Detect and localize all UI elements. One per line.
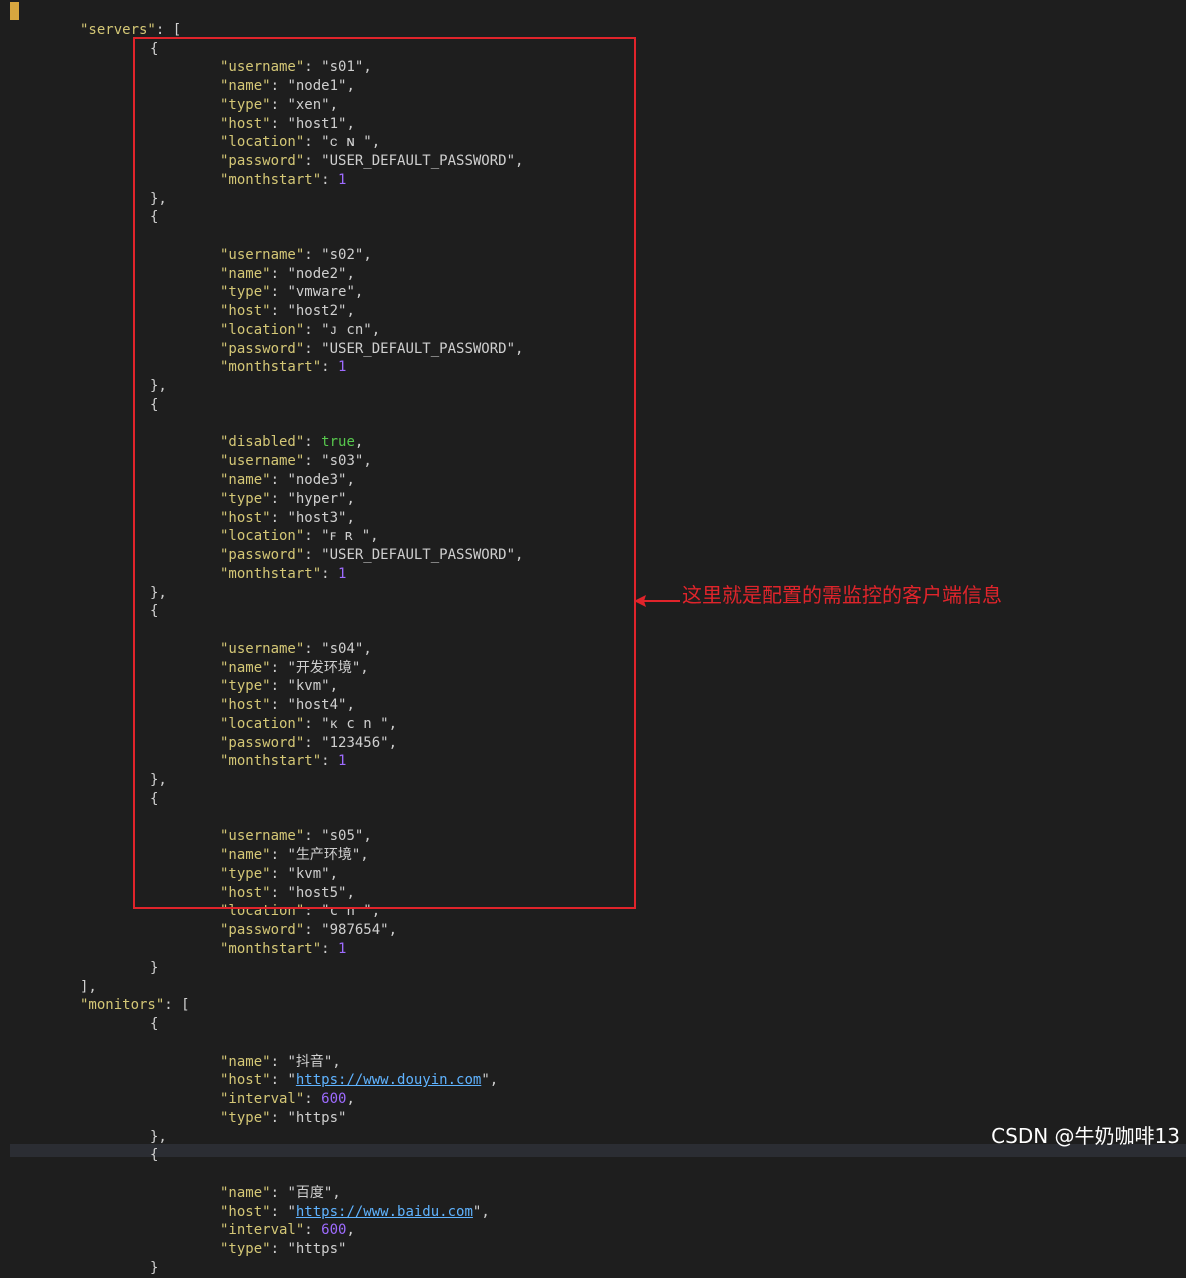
code-token-key: "name" <box>220 1184 271 1201</box>
code-line[interactable]: "monthstart": 1 <box>220 940 346 959</box>
code-token-key: "interval" <box>220 1091 305 1108</box>
code-token-key: "monitors" <box>80 997 165 1014</box>
code-line[interactable]: "interval": 600, <box>220 1090 355 1109</box>
code-token-punc: : <box>270 1203 288 1220</box>
code-token-punc: : <box>270 1241 288 1258</box>
code-token-punc: : <box>270 1053 288 1070</box>
code-token-str: "987654" <box>321 922 389 939</box>
code-line[interactable]: ], <box>80 978 97 997</box>
code-line[interactable]: } <box>150 959 158 978</box>
code-token-key: "servers" <box>80 21 156 38</box>
code-token-str: "百度" <box>287 1184 333 1201</box>
annotation-text: 这里就是配置的需监控的客户端信息 <box>682 583 1002 607</box>
code-token-punc: , <box>489 1072 499 1089</box>
code-token-key: "type" <box>220 1109 271 1126</box>
code-token-str: " <box>287 1203 296 1220</box>
code-token-key: "name" <box>220 1053 271 1070</box>
code-token-punc: : <box>304 1222 322 1239</box>
code-line[interactable]: } <box>150 1259 158 1278</box>
code-token-str: " <box>481 1072 490 1089</box>
code-token-str: " <box>472 1203 482 1220</box>
code-token-url[interactable]: https://www.douyin.com <box>296 1072 481 1088</box>
code-line[interactable]: "password": "987654", <box>220 921 397 940</box>
code-token-punc: : <box>270 1184 288 1201</box>
code-token-punc: { <box>150 1016 159 1033</box>
code-token-key: "host" <box>220 1072 271 1089</box>
code-token-punc: }, <box>150 1128 167 1145</box>
code-token-punc: : <box>321 941 339 957</box>
code-token-str: "https" <box>287 1241 347 1258</box>
code-line[interactable]: "name": "百度", <box>220 1184 341 1203</box>
code-line[interactable]: "type": "https" <box>220 1109 346 1128</box>
code-token-url[interactable]: https://www.baidu.com <box>296 1204 473 1220</box>
code-token-punc: : [ <box>164 997 190 1014</box>
code-token-punc: : <box>304 922 322 939</box>
annotation-highlight-box <box>133 37 636 909</box>
code-line[interactable]: "host": "https://www.douyin.com", <box>220 1071 498 1090</box>
code-line[interactable]: { <box>10 2 18 21</box>
code-token-str: "抖音" <box>287 1053 333 1070</box>
watermark: CSDN @牛奶咖啡13 <box>991 1124 1180 1148</box>
code-token-key: "interval" <box>220 1222 305 1239</box>
code-token-bracket: { <box>10 3 19 19</box>
code-token-key: "type" <box>220 1241 271 1258</box>
code-token-punc: ], <box>80 978 97 995</box>
code-token-punc: , <box>346 1091 355 1108</box>
code-token-punc: } <box>150 1259 159 1276</box>
code-token-punc: { <box>150 1147 159 1164</box>
annotation-arrow-icon <box>634 595 680 607</box>
code-token-punc: : <box>270 1072 288 1089</box>
code-line[interactable]: "type": "https" <box>220 1240 346 1259</box>
code-token-punc: : [ <box>155 21 182 38</box>
code-token-punc: : <box>270 1109 288 1126</box>
code-token-str: "https" <box>287 1109 347 1126</box>
code-token-punc: } <box>150 959 159 976</box>
code-token-num: 1 <box>338 941 347 957</box>
code-line[interactable]: { <box>150 1015 158 1034</box>
code-token-str: " <box>287 1072 296 1089</box>
code-token-punc: , <box>481 1203 490 1220</box>
code-line[interactable]: }, <box>150 1128 167 1147</box>
code-line[interactable]: "monitors": [ <box>80 996 190 1015</box>
code-token-punc: , <box>332 1184 341 1201</box>
code-line[interactable]: "interval": 600, <box>220 1221 355 1240</box>
code-token-punc: : <box>304 1091 322 1108</box>
code-line[interactable]: "name": "抖音", <box>220 1053 341 1072</box>
code-token-key: "monthstart" <box>220 941 322 957</box>
code-token-num: 600 <box>321 1222 347 1239</box>
code-token-punc: , <box>346 1222 355 1239</box>
code-line[interactable]: "host": "https://www.baidu.com", <box>220 1203 490 1222</box>
code-token-punc: , <box>332 1053 341 1070</box>
code-token-key: "password" <box>220 922 305 939</box>
code-token-num: 600 <box>321 1091 347 1108</box>
code-line[interactable]: { <box>150 1146 158 1165</box>
code-token-key: "host" <box>220 1203 271 1220</box>
code-token-punc: , <box>388 922 398 939</box>
